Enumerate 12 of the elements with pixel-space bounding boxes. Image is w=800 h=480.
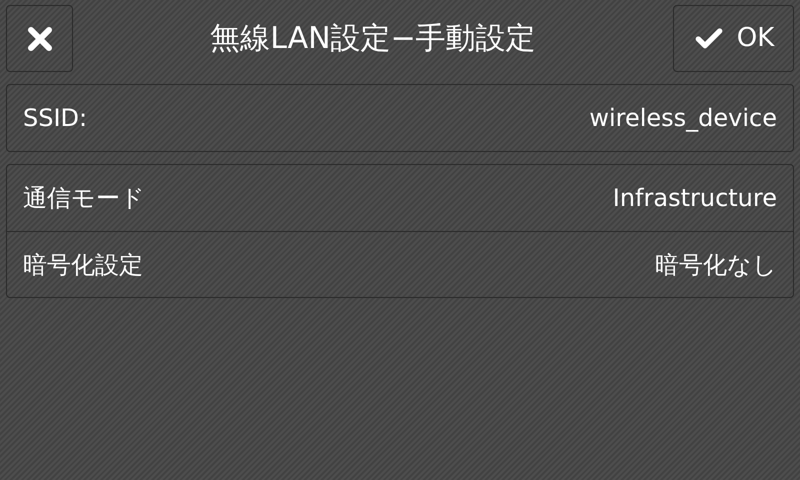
setting-row[interactable]: SSID: wireless_device	[7, 85, 793, 151]
setting-value: 暗号化なし	[655, 250, 777, 280]
setting-label: SSID:	[23, 103, 88, 134]
setting-label: 暗号化設定	[23, 250, 143, 280]
setting-row[interactable]: 通信モード Infrastructure	[7, 165, 793, 231]
setting-value: wireless_device	[589, 103, 777, 134]
setting-row[interactable]: 暗号化設定 暗号化なし	[7, 231, 793, 297]
close-button[interactable]	[6, 5, 73, 72]
ok-button[interactable]: OK	[673, 5, 794, 72]
setting-value: Infrastructure	[612, 183, 777, 214]
window-title: 無線LAN設定−手動設定	[210, 20, 536, 58]
setting-label: 通信モード	[23, 183, 145, 214]
